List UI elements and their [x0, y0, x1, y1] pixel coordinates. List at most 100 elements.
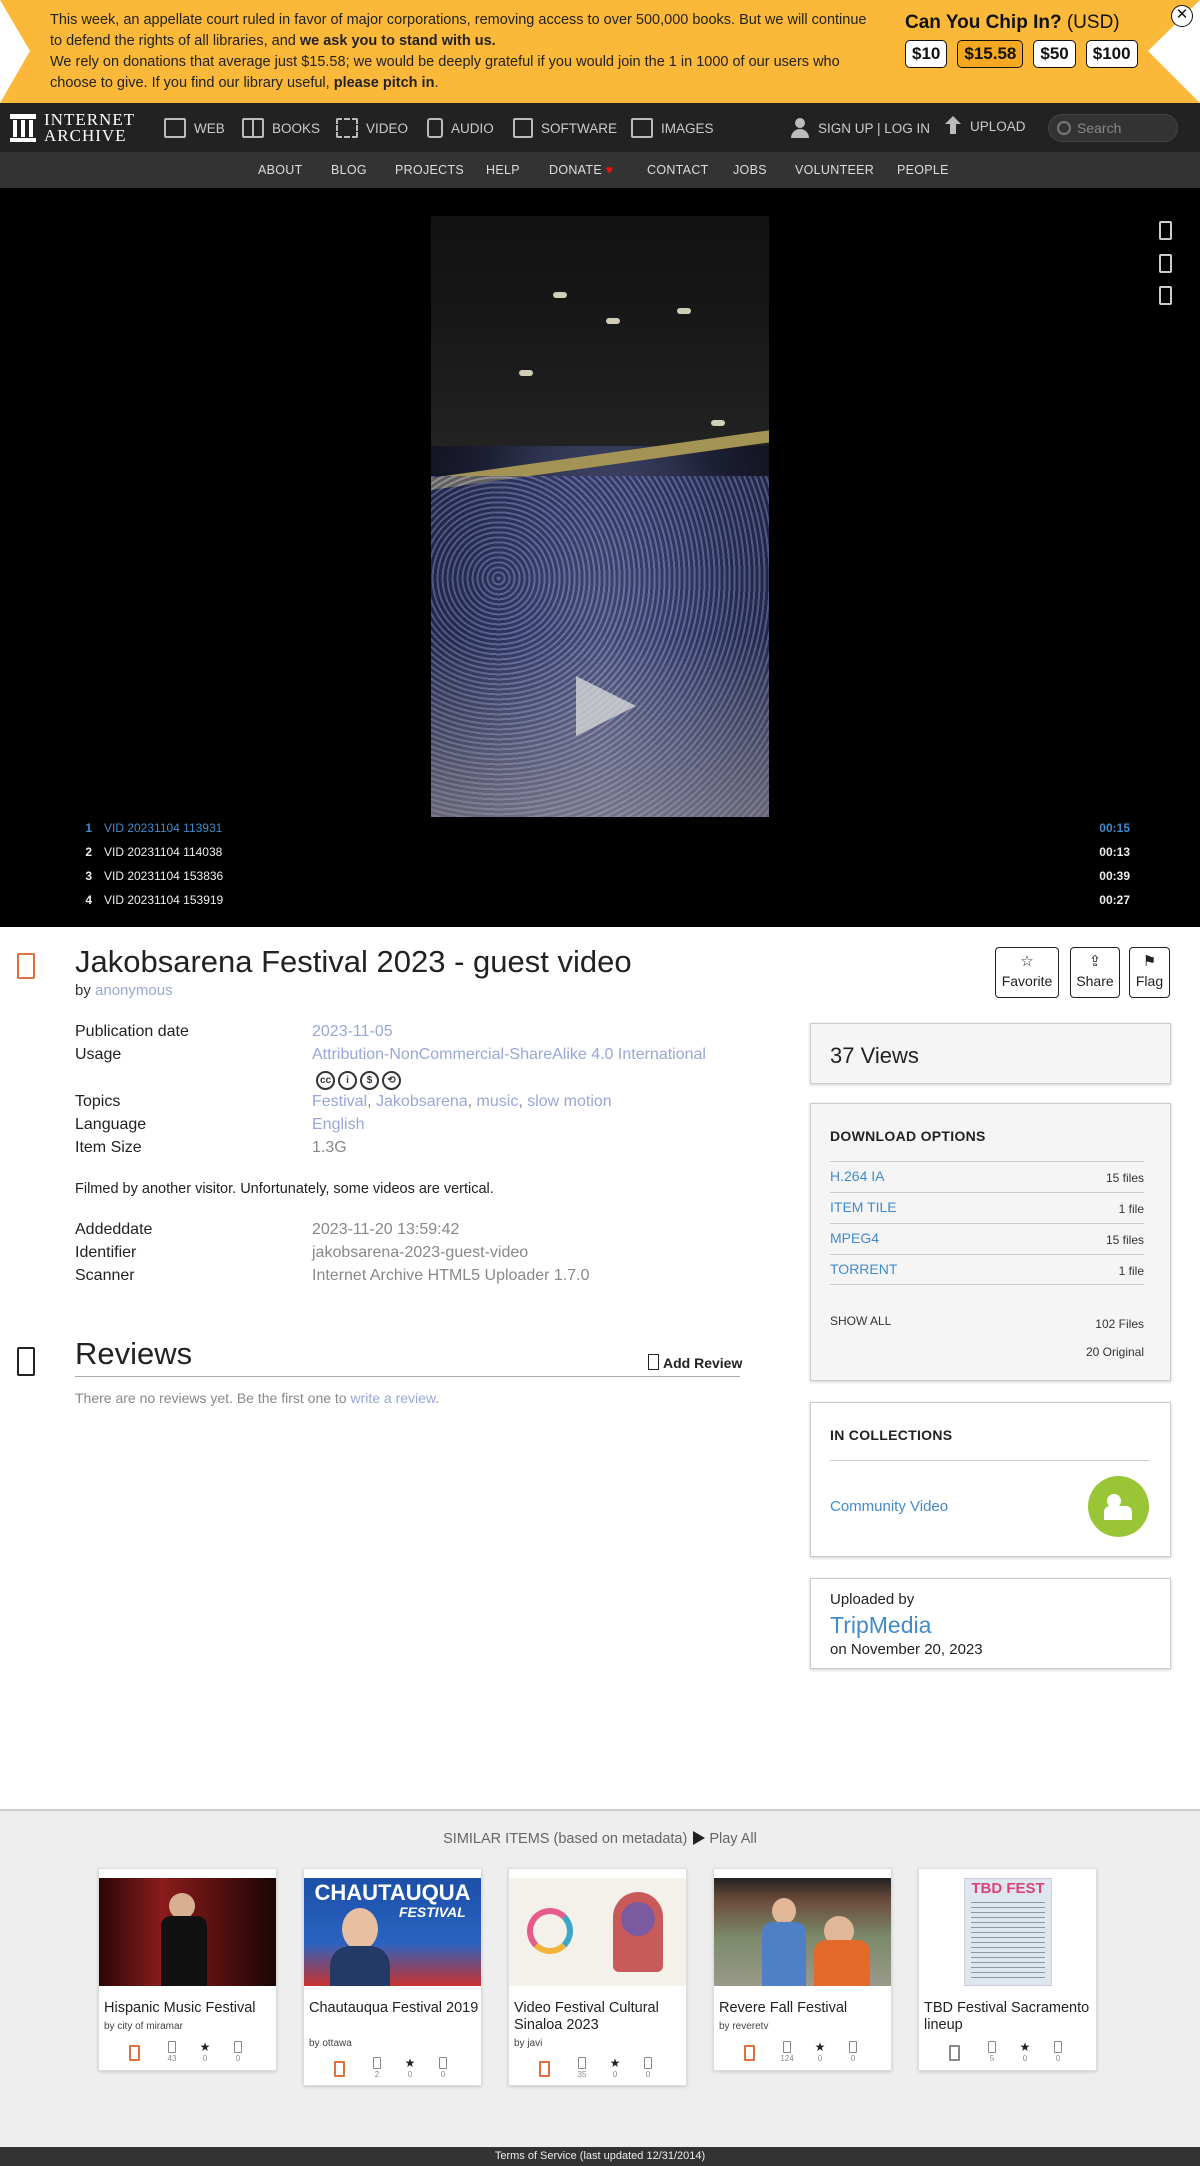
nav-software[interactable]: SOFTWARE	[513, 118, 617, 138]
similar-item-card[interactable]: Video Festival Cultural Sinaloa 2023 by …	[508, 1868, 687, 2086]
topic-link[interactable]: slow motion	[527, 1093, 611, 1110]
collections-divider	[830, 1460, 1150, 1461]
similar-item-stats: 124 ★ 0 0	[714, 2041, 891, 2069]
topic-link[interactable]: Jakobsarena	[376, 1093, 468, 1110]
meta-value: Internet Archive HTML5 Uploader 1.7.0	[312, 1267, 590, 1284]
similar-item-card[interactable]: TBD FEST TBD Festival Sacramento lineup …	[918, 1868, 1097, 2071]
usage-row: Usage Attribution-NonCommercial-ShareAli…	[75, 1046, 775, 1068]
thumbnail	[714, 1878, 891, 1986]
subnav-about[interactable]: ABOUT	[258, 163, 303, 177]
fullscreen-icon[interactable]	[1159, 221, 1172, 240]
favorite-button[interactable]: ☆ Favorite	[995, 947, 1059, 998]
subnav-donate[interactable]: DONATE ♥	[549, 163, 613, 177]
playlist-item[interactable]: 4 VID 20231104 153919 00:27	[80, 893, 1130, 913]
close-icon[interactable]: ✕	[1171, 5, 1193, 27]
collections-panel: IN COLLECTIONS Community Video	[810, 1402, 1171, 1557]
playlist-number: 3	[85, 869, 92, 883]
subnav-projects[interactable]: PROJECTS	[395, 163, 464, 177]
uploader-link[interactable]: TripMedia	[830, 1612, 931, 1639]
playlist-item[interactable]: 2 VID 20231104 114038 00:13	[80, 845, 1130, 865]
community-video-icon[interactable]	[1088, 1476, 1149, 1537]
nav-audio[interactable]: AUDIO	[427, 118, 494, 138]
subnav-volunteer[interactable]: VOLUNTEER	[795, 163, 874, 177]
similar-item-card[interactable]: CHAUTAUQUA FESTIVAL Chautauqua Festival …	[303, 1868, 482, 2086]
signup-login[interactable]: SIGN UP | LOG IN	[790, 118, 930, 138]
subnav-people[interactable]: PEOPLE	[897, 163, 949, 177]
topic-link[interactable]: Festival	[312, 1093, 367, 1110]
stage-light	[553, 292, 567, 298]
similar-item-title: Hispanic Music Festival	[104, 2000, 256, 2016]
thumbnail-caption: CHAUTAUQUA	[314, 1880, 471, 1905]
reviews-stat: 0	[633, 2057, 663, 2079]
favorites-count: 0	[817, 2054, 823, 2063]
pitch-in-link[interactable]: please pitch in	[334, 75, 435, 91]
views-stat: 5	[977, 2041, 1007, 2063]
download-option[interactable]: MPEG4 15 files	[830, 1223, 1144, 1254]
thumbnail	[509, 1878, 686, 1986]
subnav-blog[interactable]: BLOG	[331, 163, 367, 177]
write-review-link[interactable]: write a review	[350, 1390, 435, 1406]
flag-button[interactable]: ⚑ Flag	[1129, 947, 1170, 998]
subnav-contact[interactable]: CONTACT	[647, 163, 709, 177]
subnav-jobs[interactable]: JOBS	[733, 163, 767, 177]
playlist-item[interactable]: 3 VID 20231104 153836 00:39	[80, 869, 1130, 889]
playlist-item[interactable]: 1 VID 20231104 113931 00:15	[80, 821, 1130, 841]
nav-audio-label: AUDIO	[451, 120, 494, 136]
download-format[interactable]: H.264 IA	[830, 1168, 884, 1184]
info-icon[interactable]	[1159, 286, 1172, 305]
publication-date-link[interactable]: 2023-11-05	[312, 1023, 393, 1040]
eye-icon	[578, 2057, 586, 2069]
internet-archive-logo[interactable]: INTERNET ARCHIVE	[10, 111, 135, 144]
amount-10-button[interactable]: $10	[905, 40, 948, 68]
language-link[interactable]: English	[312, 1116, 364, 1133]
eye-icon	[373, 2057, 381, 2069]
share-label: Share	[1076, 973, 1114, 989]
collection-link[interactable]: Community Video	[830, 1498, 948, 1515]
similar-item-card[interactable]: Revere Fall Festival by reveretv 124 ★ 0 …	[713, 1868, 892, 2071]
comment-icon	[439, 2057, 447, 2069]
stage-light	[519, 370, 533, 376]
star-icon: ★	[814, 2040, 826, 2054]
views-count: 2	[374, 2070, 380, 2079]
creative-commons-icons[interactable]: cc i $ ⟲	[316, 1071, 401, 1090]
download-format[interactable]: MPEG4	[830, 1230, 879, 1246]
share-button[interactable]: ⇪ Share	[1070, 947, 1120, 998]
similar-item-card[interactable]: Hispanic Music Festival by city of miram…	[98, 1868, 277, 2071]
reviews-stat: 0	[428, 2057, 458, 2079]
amount-100-button[interactable]: $100	[1085, 40, 1138, 68]
eye-icon	[988, 2041, 996, 2053]
thumbnail: TBD FEST	[919, 1878, 1096, 1986]
subnav-help[interactable]: HELP	[486, 163, 520, 177]
search-input[interactable]: Search	[1048, 114, 1178, 142]
play-icon[interactable]	[576, 676, 636, 736]
upload-button[interactable]: UPLOAD	[944, 116, 1026, 136]
terms-of-service-link[interactable]: Terms of Service (last updated 12/31/201…	[0, 2147, 1200, 2166]
nav-books-label: BOOKS	[272, 120, 321, 136]
nav-web[interactable]: WEB	[164, 118, 225, 138]
download-format[interactable]: ITEM TILE	[830, 1199, 897, 1215]
amount-50-button[interactable]: $50	[1033, 40, 1076, 68]
stage-light	[711, 420, 725, 426]
play-all-button[interactable]: Play All	[687, 1831, 757, 1847]
nav-images[interactable]: IMAGES	[631, 118, 714, 138]
book-icon	[242, 118, 264, 138]
web-icon	[164, 118, 186, 138]
nav-video[interactable]: VIDEO	[336, 118, 408, 138]
star-icon: ★	[609, 2056, 621, 2070]
download-option[interactable]: ITEM TILE 1 file	[830, 1192, 1144, 1223]
download-option[interactable]: H.264 IA 15 files	[830, 1161, 1144, 1192]
embed-icon[interactable]	[1159, 254, 1172, 273]
favorites-count: 0	[612, 2070, 618, 2079]
thumbnail: CHAUTAUQUA FESTIVAL	[304, 1878, 481, 1986]
topic-link[interactable]: music	[477, 1093, 519, 1110]
add-review-button[interactable]: Add Review	[648, 1354, 742, 1371]
download-format[interactable]: TORRENT	[830, 1261, 897, 1277]
logo-text: INTERNET ARCHIVE	[44, 111, 135, 144]
license-link[interactable]: Attribution-NonCommercial-ShareAlike 4.0…	[312, 1046, 706, 1063]
author-link[interactable]: anonymous	[95, 982, 173, 999]
nav-books[interactable]: BOOKS	[242, 118, 320, 138]
attribution-icon: i	[338, 1071, 357, 1090]
amount-15-58-button[interactable]: $15.58	[957, 40, 1024, 68]
show-all-link[interactable]: SHOW ALL	[830, 1314, 891, 1328]
download-option[interactable]: TORRENT 1 file	[830, 1254, 1144, 1285]
